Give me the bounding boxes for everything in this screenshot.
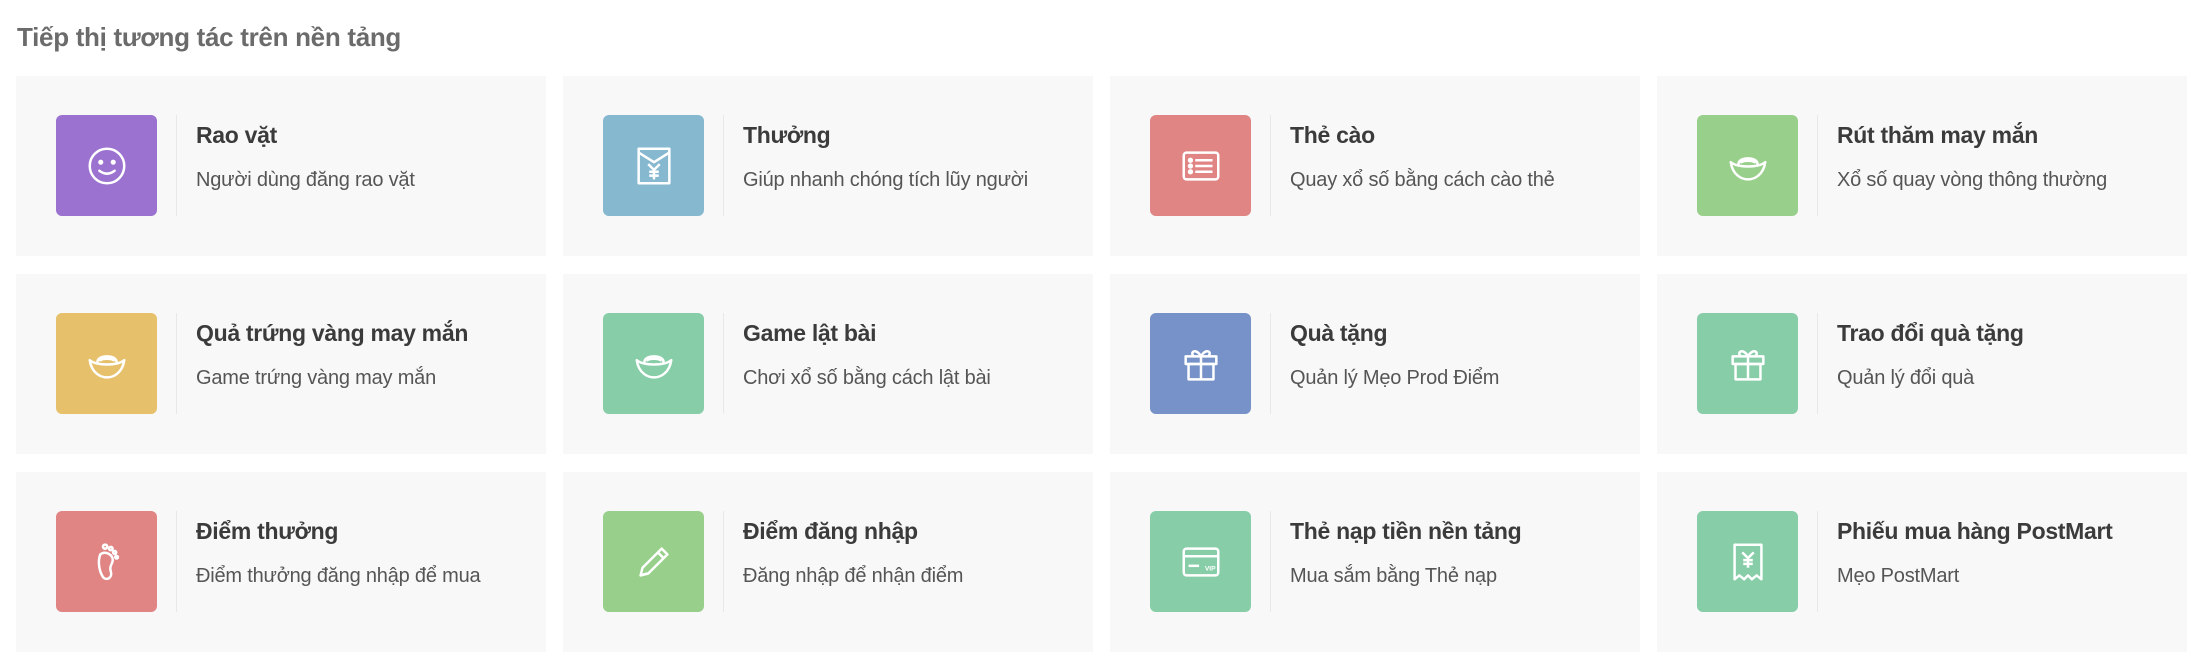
gold-ingot-icon xyxy=(1697,115,1798,216)
scratch-card-icon xyxy=(1150,115,1251,216)
card-title: Điểm đăng nhập xyxy=(743,518,918,544)
card-divider xyxy=(176,511,177,612)
card-title: Rao vặt xyxy=(196,122,277,148)
card-divider xyxy=(723,313,724,414)
feature-card-rut-tham[interactable]: Rút thăm may mắn Xổ số quay vòng thông t… xyxy=(1657,76,2187,256)
card-description: Quản lý đổi quà xyxy=(1837,367,1975,389)
card-divider xyxy=(1817,511,1818,612)
pencil-icon xyxy=(603,511,704,612)
card-divider xyxy=(1817,313,1818,414)
card-description: Game trứng vàng may mắn xyxy=(196,367,436,389)
card-description: Mẹo PostMart xyxy=(1837,565,1960,587)
card-description: Giúp nhanh chóng tích lũy người xyxy=(743,169,1028,191)
card-title: Trao đổi quà tặng xyxy=(1837,320,2024,346)
card-title: Thẻ cào xyxy=(1290,122,1375,148)
card-divider xyxy=(723,115,724,216)
card-title: Game lật bài xyxy=(743,320,877,346)
card-divider xyxy=(1270,511,1271,612)
gold-ingot-icon xyxy=(603,313,704,414)
card-divider xyxy=(176,313,177,414)
footprint-icon xyxy=(56,511,157,612)
card-title: Rút thăm may mắn xyxy=(1837,122,2038,148)
card-divider xyxy=(723,511,724,612)
gold-ingot-icon xyxy=(56,313,157,414)
gift-icon xyxy=(1150,313,1251,414)
feature-card-qua-tang[interactable]: Quà tặng Quản lý Mẹo Prod Điểm xyxy=(1110,274,1640,454)
yen-voucher-icon xyxy=(1697,511,1798,612)
card-description: Quay xổ số bằng cách cào thẻ xyxy=(1290,169,1555,191)
vip-card-icon: VIP xyxy=(1150,511,1251,612)
card-title: Phiếu mua hàng PostMart xyxy=(1837,518,2113,544)
feature-grid: Rao vặt Người dùng đăng rao vặt Thưởng G… xyxy=(16,76,2187,652)
section-title: Tiếp thị tương tác trên nền tảng xyxy=(17,22,402,52)
card-description: Đăng nhập để nhận điểm xyxy=(743,565,964,587)
card-divider xyxy=(1817,115,1818,216)
card-description: Xổ số quay vòng thông thường xyxy=(1837,169,2107,191)
card-title: Thưởng xyxy=(743,122,831,148)
svg-text:VIP: VIP xyxy=(1204,565,1215,572)
card-description: Quản lý Mẹo Prod Điểm xyxy=(1290,367,1500,389)
card-title: Thẻ nạp tiền nền tảng xyxy=(1290,518,1522,544)
card-description: Người dùng đăng rao vặt xyxy=(196,169,415,191)
smiley-icon xyxy=(56,115,157,216)
feature-card-the-nap[interactable]: VIP Thẻ nạp tiền nền tảng Mua sắm bằng T… xyxy=(1110,472,1640,652)
feature-card-lat-bai[interactable]: Game lật bài Chơi xổ số bằng cách lật bà… xyxy=(563,274,1093,454)
feature-card-rao-vat[interactable]: Rao vặt Người dùng đăng rao vặt xyxy=(16,76,546,256)
feature-card-thuong[interactable]: Thưởng Giúp nhanh chóng tích lũy người xyxy=(563,76,1093,256)
card-divider xyxy=(1270,313,1271,414)
card-description: Điểm thưởng đăng nhập để mua xyxy=(196,565,481,587)
card-description: Chơi xổ số bằng cách lật bài xyxy=(743,367,991,389)
yen-envelope-icon xyxy=(603,115,704,216)
feature-card-trung-vang[interactable]: Quả trứng vàng may mắn Game trứng vàng m… xyxy=(16,274,546,454)
card-divider xyxy=(176,115,177,216)
card-title: Điểm thưởng xyxy=(196,518,339,544)
card-description: Mua sắm bằng Thẻ nạp xyxy=(1290,565,1497,587)
feature-card-postmart[interactable]: Phiếu mua hàng PostMart Mẹo PostMart xyxy=(1657,472,2187,652)
feature-card-the-cao[interactable]: Thẻ cào Quay xổ số bằng cách cào thẻ xyxy=(1110,76,1640,256)
feature-card-doi-qua[interactable]: Trao đổi quà tặng Quản lý đổi quà xyxy=(1657,274,2187,454)
card-divider xyxy=(1270,115,1271,216)
feature-card-diem-thuong[interactable]: Điểm thưởng Điểm thưởng đăng nhập để mua xyxy=(16,472,546,652)
card-title: Quả trứng vàng may mắn xyxy=(196,320,469,346)
gift-icon xyxy=(1697,313,1798,414)
card-title: Quà tặng xyxy=(1290,320,1388,346)
feature-card-diem-dang-nhap[interactable]: Điểm đăng nhập Đăng nhập để nhận điểm xyxy=(563,472,1093,652)
